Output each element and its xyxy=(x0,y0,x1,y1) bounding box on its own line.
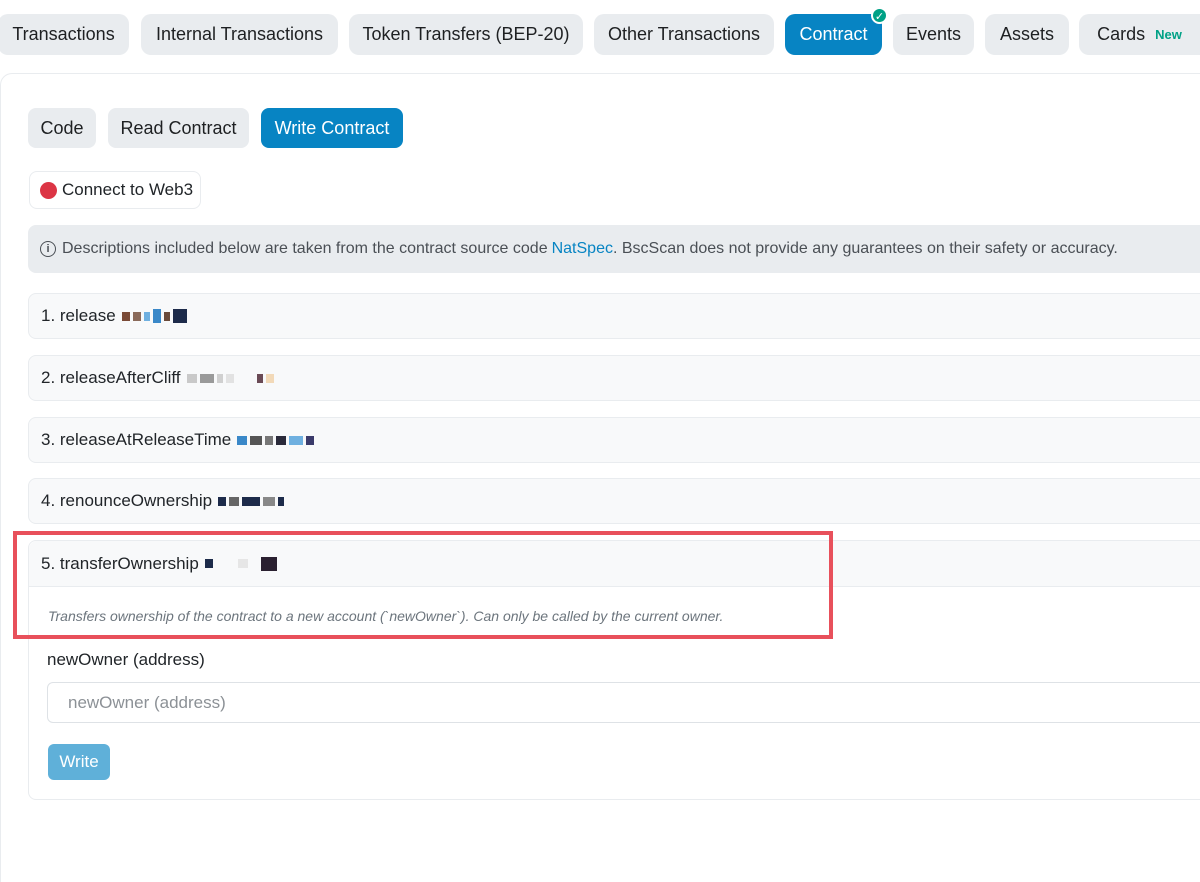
redacted-signature xyxy=(218,496,285,506)
contract-page: Transactions Internal Transactions Token… xyxy=(0,0,1200,882)
verified-check-icon: ✓ xyxy=(871,7,888,24)
function-label: 4. renounceOwnership xyxy=(41,491,213,510)
function-row-release[interactable]: 1. release xyxy=(28,293,1200,339)
function-label: 3. releaseAtReleaseTime xyxy=(41,430,232,449)
connect-label: Connect to Web3 xyxy=(62,180,194,199)
subtab-code[interactable]: Code xyxy=(28,108,96,148)
tab-other-transactions[interactable]: Other Transactions xyxy=(594,14,774,55)
function-row-transfer-ownership[interactable]: 5. transferOwnership xyxy=(29,541,1200,587)
tab-label: Internal Transactions xyxy=(155,24,324,44)
status-dot-icon xyxy=(40,181,57,199)
tab-bar: Transactions Internal Transactions Token… xyxy=(0,7,1200,56)
param-label: newOwner (address) xyxy=(47,650,205,669)
redacted-signature xyxy=(204,556,277,571)
tab-cards[interactable]: Cards New xyxy=(1079,14,1200,55)
tab-token-transfers[interactable]: Token Transfers (BEP-20) xyxy=(349,14,583,55)
subtab-label: Read Contract xyxy=(120,117,237,138)
info-banner: i Descriptions included below are taken … xyxy=(28,225,1200,273)
info-icon: i xyxy=(40,241,56,257)
natspec-link[interactable]: NatSpec xyxy=(552,240,613,258)
function-row-renounce-ownership[interactable]: 4. renounceOwnership xyxy=(28,478,1200,524)
function-panel-transfer-ownership: 5. transferOwnership Transfers ownership… xyxy=(28,540,1200,800)
redacted-signature xyxy=(121,309,187,323)
function-label: 5. transferOwnership xyxy=(41,553,199,573)
info-text: Descriptions included below are taken fr… xyxy=(62,240,548,257)
tab-internal-transactions[interactable]: Internal Transactions xyxy=(141,14,338,55)
function-label: 1. release xyxy=(41,306,116,325)
tab-events[interactable]: Events xyxy=(893,14,974,55)
function-row-release-after-cliff[interactable]: 2. releaseAfterCliff xyxy=(28,355,1200,401)
tab-label: Cards xyxy=(1097,24,1146,44)
subtab-label: Write Contract xyxy=(274,117,390,138)
tab-label: Transactions xyxy=(12,24,115,44)
tab-contract[interactable]: Contract ✓ xyxy=(785,7,888,55)
tab-label: Assets xyxy=(999,24,1055,44)
redacted-signature xyxy=(186,373,274,383)
new-owner-input[interactable] xyxy=(47,682,1200,723)
tab-assets[interactable]: Assets xyxy=(985,14,1069,55)
function-label: 2. releaseAfterCliff xyxy=(41,368,181,387)
subtab-label: Code xyxy=(40,117,84,138)
function-description: Transfers ownership of the contract to a… xyxy=(48,608,724,624)
tab-label: Other Transactions xyxy=(607,24,761,44)
tab-transactions[interactable]: Transactions xyxy=(0,14,129,55)
tab-label: Contract xyxy=(799,24,868,44)
subtab-write-contract[interactable]: Write Contract xyxy=(261,108,403,148)
connect-web3-button[interactable]: Connect to Web3 xyxy=(29,171,201,209)
new-badge: New xyxy=(1155,27,1182,42)
subtab-read-contract[interactable]: Read Contract xyxy=(108,108,249,148)
tab-label: Events xyxy=(905,24,962,44)
tab-label: Token Transfers (BEP-20) xyxy=(362,24,570,44)
write-button[interactable]: Write xyxy=(48,744,110,780)
function-row-release-at-release-time[interactable]: 3. releaseAtReleaseTime xyxy=(28,417,1200,463)
info-text-after: . BscScan does not provide any guarantee… xyxy=(612,240,1118,257)
redacted-signature xyxy=(237,435,315,445)
